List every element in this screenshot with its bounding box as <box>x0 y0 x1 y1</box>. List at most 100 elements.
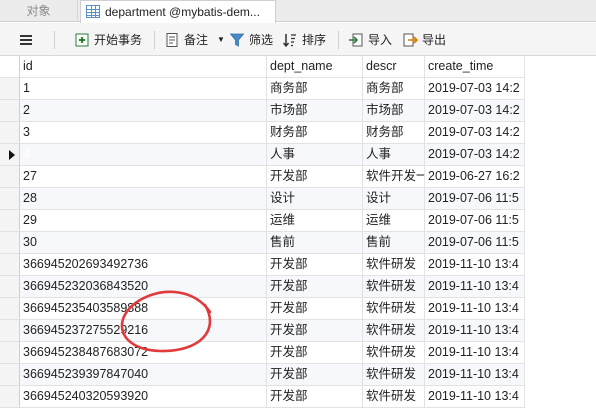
cell-descr[interactable]: 软件研发 <box>363 342 425 364</box>
cell-id[interactable]: 366945235403589888 <box>20 298 267 320</box>
cell-id[interactable]: 366945232036843520 <box>20 276 267 298</box>
cell-dept-name[interactable]: 市场部 <box>267 100 363 122</box>
row-marker[interactable] <box>0 144 20 166</box>
cell-descr[interactable]: 运维 <box>363 210 425 232</box>
table-row[interactable]: 366945240320593920 开发部 软件研发 2019-11-10 13:4 <box>0 386 596 408</box>
cell-dept-name[interactable]: 售前 <box>267 232 363 254</box>
cell-id[interactable]: 30 <box>20 232 267 254</box>
cell-dept-name[interactable]: 开发部 <box>267 386 363 408</box>
cell-dept-name[interactable]: 财务部 <box>267 122 363 144</box>
cell-create-time[interactable]: 2019-07-03 14:2 <box>425 122 525 144</box>
filter-button[interactable]: 筛选 <box>229 30 277 50</box>
column-header-create-time[interactable]: create_time <box>425 56 525 78</box>
cell-dept-name[interactable]: 开发部 <box>267 254 363 276</box>
cell-descr[interactable]: 售前 <box>363 232 425 254</box>
cell-id[interactable]: 366945202693492736 <box>20 254 267 276</box>
cell-create-time[interactable]: 2019-07-06 11:5 <box>425 232 525 254</box>
cell-id[interactable]: 1 <box>20 78 267 100</box>
table-row[interactable]: 4 人事 人事 2019-07-03 14:2 <box>0 144 596 166</box>
cell-descr[interactable]: 软件研发 <box>363 254 425 276</box>
row-marker[interactable] <box>0 320 20 342</box>
table-row[interactable]: 3 财务部 财务部 2019-07-03 14:2 <box>0 122 596 144</box>
column-header-dept-name[interactable]: dept_name <box>267 56 363 78</box>
table-row[interactable]: 30 售前 售前 2019-07-06 11:5 <box>0 232 596 254</box>
cell-dept-name[interactable]: 人事 <box>267 144 363 166</box>
table-row[interactable]: 28 设计 设计 2019-07-06 11:5 <box>0 188 596 210</box>
cell-id[interactable]: 366945239397847040 <box>20 364 267 386</box>
cell-create-time[interactable]: 2019-11-10 13:4 <box>425 254 525 276</box>
cell-dept-name[interactable]: 开发部 <box>267 364 363 386</box>
row-marker[interactable] <box>0 386 20 408</box>
cell-dept-name[interactable]: 运维 <box>267 210 363 232</box>
cell-descr[interactable]: 软件研发 <box>363 386 425 408</box>
table-row[interactable]: 366945238487683072 开发部 软件研发 2019-11-10 13:4 <box>0 342 596 364</box>
cell-dept-name[interactable]: 商务部 <box>267 78 363 100</box>
row-marker[interactable] <box>0 78 20 100</box>
cell-id[interactable]: 2 <box>20 100 267 122</box>
cell-create-time[interactable]: 2019-07-03 14:2 <box>425 144 525 166</box>
cell-descr[interactable]: 市场部 <box>363 100 425 122</box>
cell-create-time[interactable]: 2019-11-10 13:4 <box>425 364 525 386</box>
begin-transaction-button[interactable]: 开始事务 <box>74 30 146 50</box>
export-button[interactable]: 导出 <box>402 30 448 50</box>
table-row[interactable]: 366945235403589888 开发部 软件研发 2019-11-10 13:4 <box>0 298 596 320</box>
tab-department-table[interactable]: department @mybatis-dem... <box>80 0 276 23</box>
cell-create-time[interactable]: 2019-11-10 13:4 <box>425 320 525 342</box>
row-marker[interactable] <box>0 298 20 320</box>
cell-dept-name[interactable]: 开发部 <box>267 320 363 342</box>
cell-descr[interactable]: 商务部 <box>363 78 425 100</box>
cell-id[interactable]: 28 <box>20 188 267 210</box>
table-row[interactable]: 29 运维 运维 2019-07-06 11:5 <box>0 210 596 232</box>
cell-dept-name[interactable]: 开发部 <box>267 276 363 298</box>
row-marker[interactable] <box>0 122 20 144</box>
cell-descr[interactable]: 财务部 <box>363 122 425 144</box>
cell-create-time[interactable]: 2019-11-10 13:4 <box>425 298 525 320</box>
cell-create-time[interactable]: 2019-11-10 13:4 <box>425 342 525 364</box>
table-row[interactable]: 1 商务部 商务部 2019-07-03 14:2 <box>0 78 596 100</box>
cell-dept-name[interactable]: 开发部 <box>267 342 363 364</box>
row-marker[interactable] <box>0 364 20 386</box>
cell-dept-name[interactable]: 开发部 <box>267 166 363 188</box>
cell-id[interactable]: 4 <box>20 144 267 166</box>
table-row[interactable]: 366945202693492736 开发部 软件研发 2019-11-10 13:4 <box>0 254 596 276</box>
table-row[interactable]: 366945237275529216 开发部 软件研发 2019-11-10 13:4 <box>0 320 596 342</box>
row-marker[interactable] <box>0 232 20 254</box>
cell-dept-name[interactable]: 开发部 <box>267 298 363 320</box>
cell-create-time[interactable]: 2019-07-03 14:2 <box>425 100 525 122</box>
cell-id[interactable]: 27 <box>20 166 267 188</box>
cell-create-time[interactable]: 2019-11-10 13:4 <box>425 276 525 298</box>
table-row[interactable]: 366945232036843520 开发部 软件研发 2019-11-10 13:4 <box>0 276 596 298</box>
table-row[interactable]: 2 市场部 市场部 2019-07-03 14:2 <box>0 100 596 122</box>
column-header-id[interactable]: id <box>20 56 267 78</box>
cell-descr[interactable]: 软件研发 <box>363 320 425 342</box>
column-header-descr[interactable]: descr <box>363 56 425 78</box>
cell-id[interactable]: 366945240320593920 <box>20 386 267 408</box>
cell-create-time[interactable]: 2019-06-27 16:2 <box>425 166 525 188</box>
row-marker[interactable] <box>0 188 20 210</box>
chevron-down-icon[interactable]: ▼ <box>217 30 225 50</box>
row-marker[interactable] <box>0 166 20 188</box>
cell-id[interactable]: 366945237275529216 <box>20 320 267 342</box>
table-row[interactable]: 27 开发部 软件开发一 2019-06-27 16:2 <box>0 166 596 188</box>
note-button[interactable]: 备注 ▼ <box>164 30 226 50</box>
cell-create-time[interactable]: 2019-07-03 14:2 <box>425 78 525 100</box>
cell-descr[interactable]: 软件研发 <box>363 364 425 386</box>
row-marker[interactable] <box>0 100 20 122</box>
row-marker[interactable] <box>0 342 20 364</box>
cell-descr[interactable]: 软件开发一 <box>363 166 425 188</box>
cell-create-time[interactable]: 2019-11-10 13:4 <box>425 386 525 408</box>
row-marker[interactable] <box>0 276 20 298</box>
cell-descr[interactable]: 人事 <box>363 144 425 166</box>
row-marker[interactable] <box>0 254 20 276</box>
tab-objects[interactable]: 对象 <box>0 0 78 22</box>
row-marker[interactable] <box>0 210 20 232</box>
cell-id[interactable]: 366945238487683072 <box>20 342 267 364</box>
cell-create-time[interactable]: 2019-07-06 11:5 <box>425 188 525 210</box>
cell-id[interactable]: 29 <box>20 210 267 232</box>
sort-button[interactable]: 排序 <box>282 30 330 50</box>
table-row[interactable]: 366945239397847040 开发部 软件研发 2019-11-10 13:4 <box>0 364 596 386</box>
cell-dept-name[interactable]: 设计 <box>267 188 363 210</box>
import-button[interactable]: 导入 <box>348 30 394 50</box>
cell-id[interactable]: 3 <box>20 122 267 144</box>
menu-button[interactable] <box>18 30 38 50</box>
